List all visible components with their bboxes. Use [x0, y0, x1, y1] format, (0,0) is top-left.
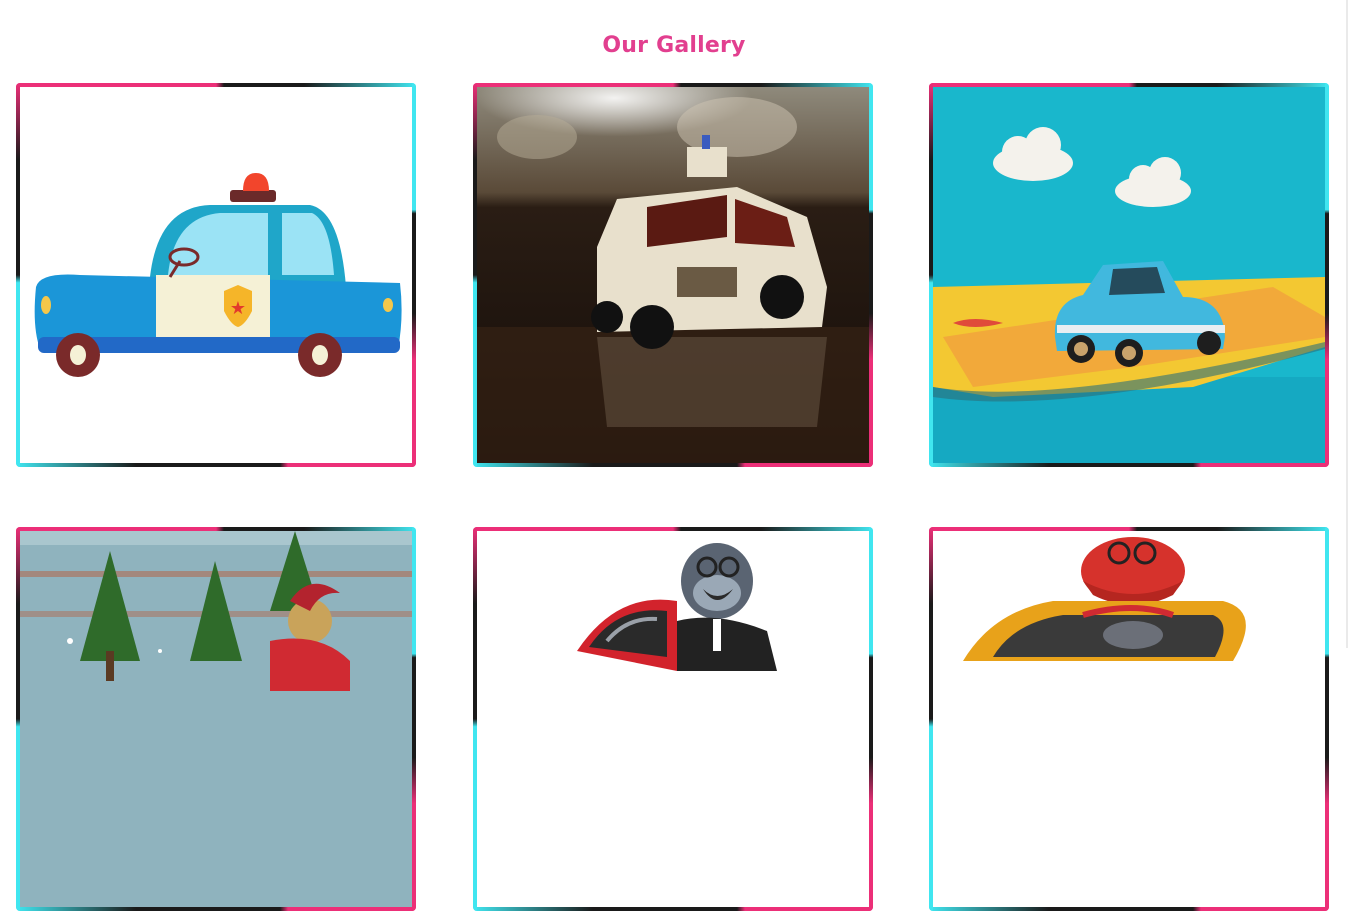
gorilla-driver-image: [477, 531, 869, 907]
christmas-trees-image: [20, 531, 412, 907]
gallery-item-gorilla-driver[interactable]: [473, 527, 873, 911]
gallery-item-police-car[interactable]: ★: [16, 83, 416, 467]
christmas-photo: [20, 531, 412, 907]
svg-text:★: ★: [230, 298, 246, 319]
dinosaur-driver-image: [933, 531, 1325, 907]
gorilla-cartoon: [477, 531, 869, 907]
toy-car-photo: [933, 87, 1325, 463]
toy-car-photo: [477, 87, 869, 463]
gallery-title: Our Gallery: [602, 33, 746, 58]
gallery-item-toy-police-car[interactable]: [473, 83, 873, 467]
gallery-item-dinosaur-driver[interactable]: [929, 527, 1329, 911]
toy-police-car-image: [477, 87, 869, 463]
police-car-image: ★: [20, 87, 412, 463]
dinosaur-cartoon: [933, 531, 1325, 907]
blue-toy-car-image: [933, 87, 1325, 463]
gallery-item-blue-toy-car[interactable]: [929, 83, 1329, 467]
gallery-item-christmas-trees[interactable]: [16, 527, 416, 911]
police-car-icon: ★: [20, 87, 412, 463]
